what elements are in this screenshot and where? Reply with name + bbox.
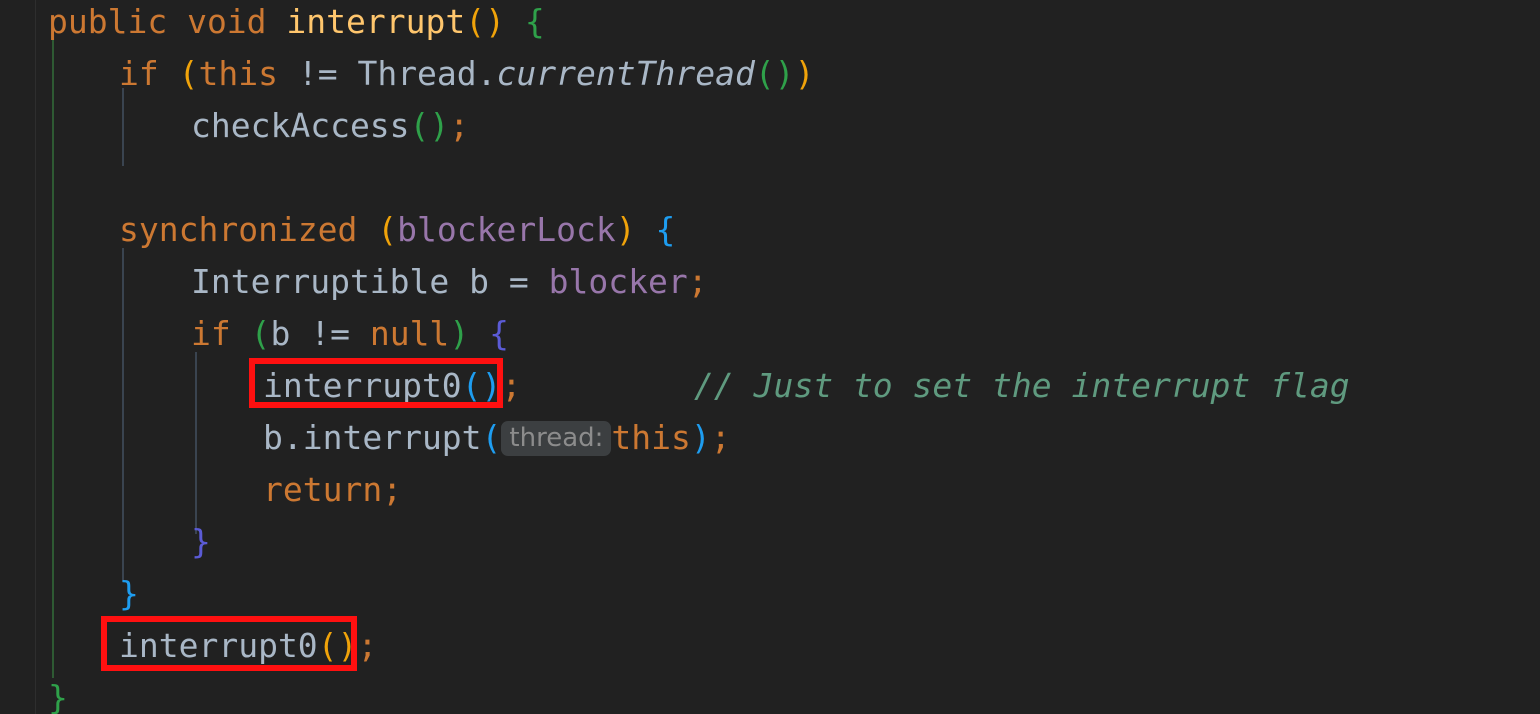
token-parens-checkaccess: () [409, 106, 450, 145]
code-line-11: } [191, 516, 211, 568]
token-keyword-if-1: if [119, 54, 179, 93]
token-space-sync [636, 210, 656, 249]
code-line-8: interrupt0(); [263, 360, 521, 412]
token-keyword-public-void: public void [48, 2, 287, 41]
token-paren-open-b-interrupt: ( [481, 418, 502, 457]
token-paren-close-if1: ) [794, 54, 815, 93]
token-paren-open-sync: ( [377, 210, 398, 249]
code-line-7: if (b != null) { [191, 308, 509, 360]
token-field-blocker: blocker [548, 262, 688, 301]
code-line-5: synchronized (blockerLock) { [119, 204, 675, 256]
token-paren-close-sync: ) [615, 210, 636, 249]
token-brace-open-method: { [504, 2, 545, 41]
token-paren-close-if2: ) [449, 314, 470, 353]
token-parens-1: () [465, 2, 505, 41]
code-line-9: b.interrupt(thread: this); [263, 412, 731, 464]
code-line-14: } [48, 672, 68, 714]
indent-guide-inner-if-block [195, 352, 197, 534]
token-paren-close-b-interrupt: ) [690, 418, 711, 457]
token-method-name-interrupt: interrupt [286, 2, 466, 41]
token-keyword-if-2: if [191, 314, 251, 353]
token-brace-close-sync: } [119, 574, 139, 613]
token-keyword-null: null [369, 314, 450, 353]
token-semicolon-interrupt0-outer: ; [357, 626, 378, 665]
code-editor-canvas[interactable]: public void interrupt() { if (this != Th… [0, 0, 1540, 714]
code-comment-interrupt-flag: // Just to set the interrupt flag [694, 366, 1350, 405]
code-line-6: Interruptible b = blocker; [191, 256, 708, 308]
indent-guide-sync-block [122, 248, 124, 582]
code-line-12: } [119, 568, 139, 620]
code-line-13: interrupt0(); [119, 620, 377, 672]
token-keyword-this-2: this [611, 418, 691, 457]
token-semicolon-b-interrupt: ; [710, 418, 731, 457]
token-paren-open-if2: ( [250, 314, 271, 353]
token-class-thread: Thread. [357, 54, 497, 93]
token-field-blockerlock: blockerLock [397, 210, 616, 249]
token-method-call-b-interrupt: b.interrupt [263, 418, 482, 457]
token-declaration-interruptible: Interruptible b = [191, 262, 549, 301]
code-line-10: return; [263, 464, 402, 516]
token-method-call-interrupt0-inner: interrupt0 [263, 366, 462, 405]
token-brace-close-if2: } [191, 522, 211, 561]
indent-guide-method-body [52, 38, 54, 678]
gutter-separator [35, 0, 36, 714]
token-var-b-neq: b != [270, 314, 370, 353]
token-brace-open-if2: { [489, 314, 509, 353]
token-method-call-checkaccess: checkAccess [191, 106, 410, 145]
code-line-2: if (this != Thread.currentThread()) [119, 48, 814, 100]
token-parens-currentthread: () [754, 54, 795, 93]
token-method-call-interrupt0-outer: interrupt0 [119, 626, 318, 665]
token-keyword-return: return; [263, 470, 403, 509]
token-paren-open-if1: ( [178, 54, 199, 93]
code-line-3: checkAccess(); [191, 100, 469, 152]
code-line-1: public void interrupt() { [48, 0, 545, 48]
token-operator-neq-1: != [277, 54, 358, 93]
token-keyword-synchronized: synchronized [119, 210, 378, 249]
token-static-call-currentthread: currentThread [496, 54, 755, 93]
token-space-if2 [469, 314, 489, 353]
token-semicolon-interrupt0-inner: ; [501, 366, 522, 405]
inlay-param-hint-thread[interactable]: thread: [501, 421, 612, 456]
token-semicolon-blocker: ; [687, 262, 708, 301]
token-keyword-this-1: this [198, 54, 278, 93]
token-semicolon-checkaccess: ; [449, 106, 470, 145]
token-brace-close-method: } [48, 678, 68, 714]
token-brace-open-sync: { [655, 210, 676, 249]
token-parens-interrupt0-inner: () [461, 366, 502, 405]
token-parens-interrupt0-outer: () [317, 626, 358, 665]
